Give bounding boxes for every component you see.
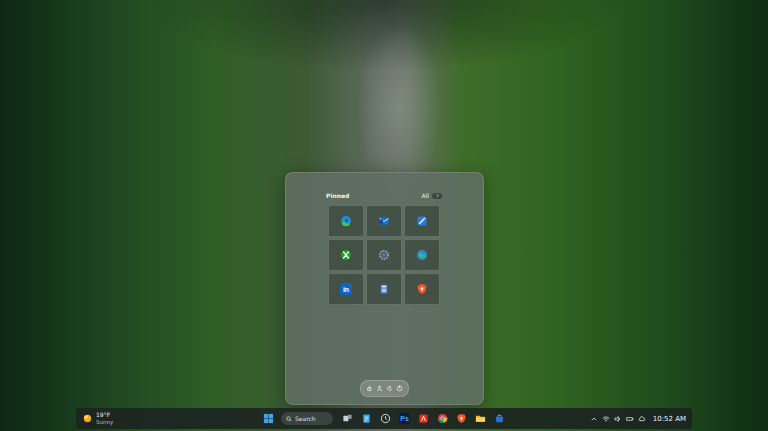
taskbar-app[interactable] [472, 410, 489, 427]
pinned-app[interactable] [328, 205, 364, 237]
desktop: Pinned All in 19°FSunny Search Ps 10:52 AM [0, 0, 768, 431]
weather-widget[interactable]: 19°FSunny [82, 412, 260, 425]
sun-icon [82, 413, 93, 424]
clock-icon [380, 413, 391, 424]
start-menu: Pinned All in [285, 172, 484, 405]
gear-icon [378, 249, 390, 261]
notepad-icon [361, 413, 372, 424]
brave-icon [416, 283, 428, 295]
wallpaper: Pinned All in [0, 0, 768, 408]
pinned-app[interactable] [404, 205, 440, 237]
all-apps-button[interactable]: All [422, 192, 442, 199]
folder-icon [475, 413, 486, 424]
wifi-icon[interactable] [602, 415, 610, 423]
taskbar-app[interactable]: Ps [396, 410, 413, 427]
speaker-icon[interactable] [614, 415, 622, 423]
search-box[interactable]: Search [281, 412, 333, 425]
search-placeholder: Search [295, 415, 316, 422]
store-icon [494, 413, 505, 424]
weather-condition: Sunny [96, 419, 113, 425]
pinned-grid: in [328, 205, 440, 305]
pinned-app[interactable] [404, 239, 440, 271]
pinned-header: Pinned All [326, 192, 442, 199]
pinned-app[interactable] [366, 205, 402, 237]
power-icon[interactable] [396, 385, 403, 392]
linkedin-icon: in [340, 283, 352, 295]
taskbar-app[interactable] [358, 410, 375, 427]
chevron-right-icon [435, 193, 440, 198]
whiteboard-icon [416, 215, 428, 227]
section-title: Pinned [326, 192, 349, 199]
globe-icon [416, 249, 428, 261]
task-view-icon [342, 413, 353, 424]
pinned-app[interactable] [366, 273, 402, 305]
acrobat-icon [418, 413, 429, 424]
start-button[interactable] [260, 410, 277, 427]
clock-time[interactable]: 10:52 AM [653, 415, 686, 423]
taskbar-app[interactable] [415, 410, 432, 427]
lock-icon[interactable] [366, 385, 373, 392]
weather-temperature: 19°F [96, 412, 113, 419]
brave-icon [456, 413, 467, 424]
taskbar-app[interactable] [377, 410, 394, 427]
battery-icon[interactable] [626, 415, 634, 423]
chevron-up-icon[interactable] [590, 415, 598, 423]
calculator-icon [378, 283, 390, 295]
outlook-icon [378, 215, 390, 227]
pinned-app[interactable]: in [328, 273, 364, 305]
taskbar-app[interactable] [453, 410, 470, 427]
windows-logo-icon [263, 413, 274, 424]
taskbar-app[interactable] [491, 410, 508, 427]
taskbar-app[interactable] [339, 410, 356, 427]
search-icon [286, 416, 292, 422]
xbox-icon [340, 249, 352, 261]
taskbar: 19°FSunny Search Ps 10:52 AM [76, 408, 692, 429]
user-icon[interactable] [376, 385, 383, 392]
system-tray: 10:52 AM [508, 415, 686, 423]
chrome-icon [437, 413, 448, 424]
cloud-icon[interactable] [638, 415, 646, 423]
taskbar-apps: Search Ps [260, 410, 508, 427]
all-chip [432, 193, 442, 199]
pinned-app[interactable] [366, 239, 402, 271]
photoshop-icon: Ps [399, 413, 410, 424]
taskbar-app[interactable] [434, 410, 451, 427]
sleep-icon[interactable] [386, 385, 393, 392]
pinned-app[interactable] [404, 273, 440, 305]
edge-icon [340, 215, 352, 227]
power-bar [360, 380, 409, 397]
pinned-app[interactable] [328, 239, 364, 271]
